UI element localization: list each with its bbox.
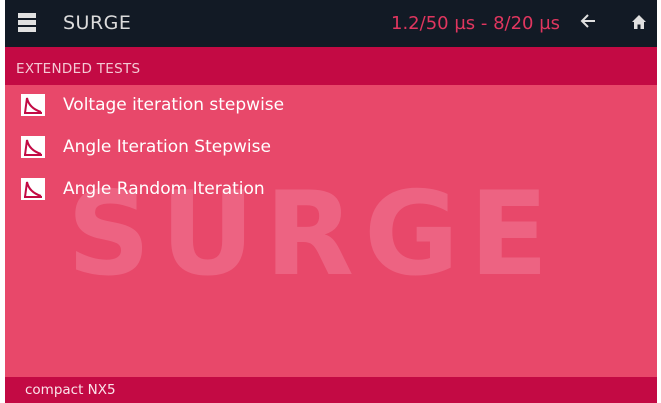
test-item-label: Voltage iteration stepwise [63, 95, 285, 115]
test-item-label: Angle Random Iteration [63, 179, 265, 199]
header-bar: SURGE 1.2/50 µs - 8/20 µs [5, 0, 657, 47]
test-item-label: Angle Iteration Stepwise [63, 137, 271, 157]
arrow-left-icon [580, 14, 595, 28]
test-item-angle-random[interactable]: Angle Random Iteration [5, 170, 657, 210]
test-item-angle-iteration[interactable]: Angle Iteration Stepwise [5, 128, 657, 168]
home-button[interactable] [631, 14, 647, 30]
surge-waveform-icon [21, 178, 45, 200]
section-title: EXTENDED TESTS [16, 61, 141, 77]
footer-bar: compact NX5 [5, 377, 657, 403]
surge-waveform-icon [21, 94, 45, 116]
device-name: compact NX5 [25, 382, 116, 398]
page-title: SURGE [63, 12, 132, 34]
test-item-voltage-iteration[interactable]: Voltage iteration stepwise [5, 86, 657, 126]
surge-waveform-icon [21, 136, 45, 158]
menu-icon[interactable] [18, 13, 36, 33]
section-header: EXTENDED TESTS [5, 47, 657, 85]
home-icon [632, 15, 646, 29]
pulse-subtitle: 1.2/50 µs - 8/20 µs [391, 13, 561, 34]
surge-screen: SURGE 1.2/50 µs - 8/20 µs EXTENDED TESTS… [5, 0, 657, 403]
back-button[interactable] [579, 12, 599, 32]
